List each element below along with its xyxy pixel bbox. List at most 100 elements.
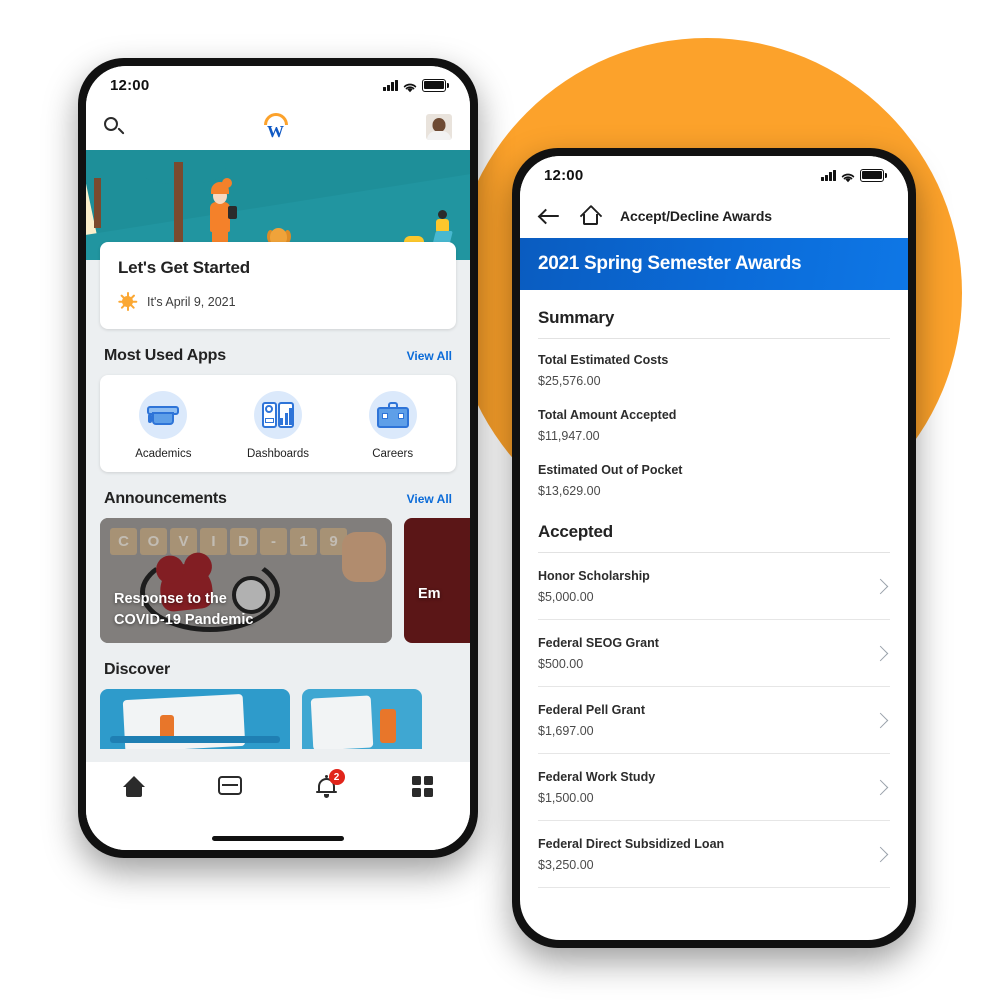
bell-icon: 2 [315, 769, 345, 798]
app-label: Careers [372, 448, 414, 460]
home-icon [122, 776, 146, 797]
announcement-title-line: COVID-19 Pandemic [114, 611, 254, 628]
table-row[interactable]: Federal Direct Subsidized Loan $3,250.00 [538, 821, 890, 888]
page-title: Let's Get Started [118, 258, 250, 277]
discover-card[interactable] [302, 689, 422, 749]
phone1-screen: 12:00 W Let's Get Started It's April 9, … [86, 66, 470, 850]
summary-label: Total Amount Accepted [538, 408, 677, 422]
awards-content: Summary Total Estimated Costs $25,576.00… [520, 290, 908, 888]
table-row[interactable]: Honor Scholarship $5,000.00 [538, 553, 890, 620]
page-title: Accept/Decline Awards [620, 208, 772, 224]
status-time: 12:00 [544, 166, 584, 184]
summary-value: $13,629.00 [538, 484, 601, 498]
award-name: Federal Work Study [538, 770, 656, 784]
briefcase-icon [368, 391, 417, 439]
hiker-phone [228, 206, 237, 219]
award-amount: $5,000.00 [538, 590, 594, 604]
phone-device-home: 12:00 W Let's Get Started It's April 9, … [78, 58, 478, 858]
view-all-announcements-link[interactable]: View All [407, 492, 452, 506]
wifi-icon [841, 170, 855, 182]
wifi-icon [403, 80, 417, 92]
award-amount: $1,697.00 [538, 724, 594, 738]
award-amount: $500.00 [538, 657, 584, 671]
discover-card[interactable] [100, 689, 290, 749]
hiker-body [210, 202, 230, 232]
announcement-title: Response to the COVID-19 Pandemic [114, 589, 253, 631]
hero-runner [432, 210, 456, 246]
tab-apps[interactable] [374, 776, 470, 797]
chevron-right-icon [872, 712, 889, 729]
phone2-notch [640, 156, 788, 182]
search-icon[interactable] [104, 116, 125, 138]
lets-get-started-card[interactable]: Let's Get Started It's April 9, 2021 [100, 242, 456, 329]
announcements-carousel[interactable]: C O V I D - 1 9 Response to the COVID-19… [86, 518, 470, 643]
summary-label: Total Estimated Costs [538, 353, 669, 367]
table-row[interactable]: Federal Work Study $1,500.00 [538, 754, 890, 821]
banner-title: 2021 Spring Semester Awards [538, 253, 802, 274]
announcement-title-line: Em [418, 585, 441, 602]
app-tile-careers[interactable]: Careers [335, 391, 450, 460]
summary-value: $25,576.00 [538, 374, 601, 388]
app-tile-dashboards[interactable]: Dashboards [221, 391, 336, 460]
tab-notifications[interactable]: 2 [278, 769, 374, 798]
summary-value: $11,947.00 [538, 429, 600, 443]
table-row[interactable]: Federal SEOG Grant $500.00 [538, 620, 890, 687]
home-icon[interactable] [579, 204, 603, 228]
award-amount: $1,500.00 [538, 791, 594, 805]
status-time: 12:00 [110, 76, 150, 94]
section-title: Most Used Apps [104, 347, 226, 364]
hero-tree-trunk [94, 178, 101, 228]
view-all-apps-link[interactable]: View All [407, 349, 452, 363]
dashboard-chart-icon [254, 391, 302, 439]
phone1-app-bar: W [86, 104, 470, 150]
award-text-group: Honor Scholarship $5,000.00 [538, 569, 650, 604]
announcement-title-line: Response to the [114, 590, 227, 607]
accepted-heading: Accepted [538, 522, 613, 541]
back-arrow-icon[interactable] [540, 208, 560, 224]
summary-heading: Summary [538, 308, 615, 327]
tab-inbox[interactable] [182, 776, 278, 795]
app-tile-academics[interactable]: Academics [106, 391, 221, 460]
section-title: Announcements [104, 490, 227, 507]
workday-letter: W [267, 122, 284, 141]
announcement-card-secondary[interactable]: Em [404, 518, 470, 643]
notification-badge: 2 [328, 769, 345, 785]
chevron-right-icon [872, 578, 889, 595]
award-name: Federal Direct Subsidized Loan [538, 837, 725, 851]
battery-full-icon [422, 78, 449, 92]
discover-carousel[interactable] [86, 689, 470, 749]
awards-banner: 2021 Spring Semester Awards [520, 238, 908, 290]
avatar[interactable] [426, 114, 452, 140]
chevron-right-icon [872, 779, 889, 796]
chevron-right-icon [872, 645, 889, 662]
announcement-title: Em [418, 584, 441, 605]
status-icons [821, 168, 887, 182]
section-title: Discover [104, 661, 170, 678]
cellular-signal-icon [821, 169, 836, 181]
announcement-card-covid[interactable]: C O V I D - 1 9 Response to the COVID-19… [100, 518, 392, 643]
hero-tree-trunk [174, 162, 183, 254]
award-name: Federal SEOG Grant [538, 636, 659, 650]
announcements-header: Announcements View All [86, 472, 470, 518]
most-used-apps-header: Most Used Apps View All [86, 329, 470, 375]
phone2-screen: 12:00 Accept/Decline Awards 2021 Spring … [520, 156, 908, 940]
award-text-group: Federal Pell Grant $1,697.00 [538, 703, 645, 738]
phone1-notch [204, 66, 352, 92]
grid-apps-icon [411, 776, 433, 797]
hiker-hair-bun [222, 178, 232, 188]
cellular-signal-icon [383, 79, 398, 91]
summary-label: Estimated Out of Pocket [538, 463, 683, 477]
award-text-group: Federal Work Study $1,500.00 [538, 770, 655, 805]
table-row[interactable]: Federal Pell Grant $1,697.00 [538, 687, 890, 754]
summary-item: Total Estimated Costs $25,576.00 [538, 339, 890, 394]
phone2-nav-bar: Accept/Decline Awards [520, 194, 908, 238]
award-name: Federal Pell Grant [538, 703, 645, 717]
workday-logo-icon: W [259, 112, 293, 142]
avatar-head [432, 118, 446, 132]
award-text-group: Federal Direct Subsidized Loan $3,250.00 [538, 837, 724, 872]
chevron-right-icon [872, 846, 889, 863]
tab-home[interactable] [86, 776, 182, 797]
award-name: Honor Scholarship [538, 569, 650, 583]
award-amount: $3,250.00 [538, 858, 594, 872]
discover-header: Discover [86, 643, 470, 689]
